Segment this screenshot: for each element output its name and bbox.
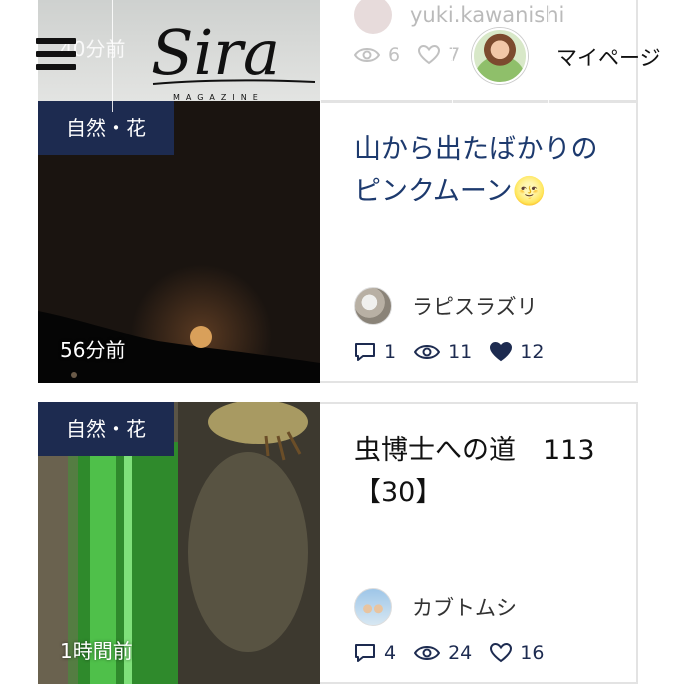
article-thumbnail[interactable]: 自然・花 1時間前 xyxy=(38,402,320,684)
logo-subtitle: MAGAZINE xyxy=(173,93,264,102)
category-badge[interactable]: 自然・花 xyxy=(38,402,174,456)
eye-icon xyxy=(414,345,441,359)
comment-icon xyxy=(355,343,375,361)
article-stats: 1 11 12 xyxy=(354,341,562,363)
author-row[interactable]: カブトムシ xyxy=(354,588,517,626)
comments-count: 1 xyxy=(384,341,397,363)
author-name[interactable]: ラピスラズリ xyxy=(412,291,538,321)
divider xyxy=(548,0,549,112)
user-avatar[interactable] xyxy=(472,28,528,84)
heart-icon xyxy=(490,643,513,663)
article-age: 56分前 xyxy=(60,338,126,362)
comment-icon xyxy=(355,644,375,662)
menu-icon[interactable] xyxy=(36,38,76,72)
likes-count: 16 xyxy=(520,642,545,664)
site-header: Sira MAGAZINE マイページ xyxy=(0,0,675,112)
views-count: 11 xyxy=(448,341,473,363)
divider xyxy=(112,0,113,112)
article-card[interactable]: 自然・花 56分前 山から出たばかりのピンクムーン🌝 ラピスラズリ 1 11 1… xyxy=(38,101,638,383)
article-stats: 4 24 16 xyxy=(354,642,562,664)
comments-count: 4 xyxy=(384,642,397,664)
views-stat: 24 xyxy=(414,642,472,664)
author-name[interactable]: カブトムシ xyxy=(412,592,517,622)
author-row[interactable]: ラピスラズリ xyxy=(354,287,538,325)
article-age: 1時間前 xyxy=(60,639,133,663)
likes-stat[interactable]: 12 xyxy=(490,341,544,363)
likes-stat[interactable]: 16 xyxy=(490,642,544,664)
comments-stat[interactable]: 4 xyxy=(354,642,396,664)
article-title[interactable]: 山から出たばかりのピンクムーン🌝 xyxy=(354,129,624,213)
divider xyxy=(452,0,453,112)
author-avatar[interactable] xyxy=(354,287,392,325)
views-stat: 11 xyxy=(414,341,472,363)
author-avatar[interactable] xyxy=(354,588,392,626)
views-count: 24 xyxy=(448,642,473,664)
likes-count: 12 xyxy=(520,341,545,363)
site-logo[interactable]: Sira MAGAZINE xyxy=(145,8,321,104)
logo-text: Sira xyxy=(151,16,280,89)
article-title[interactable]: 虫博士への道 113【30】 xyxy=(354,430,624,514)
comments-stat[interactable]: 1 xyxy=(354,341,396,363)
eye-icon xyxy=(414,646,441,660)
article-card[interactable]: 自然・花 1時間前 虫博士への道 113【30】 カブトムシ 4 24 16 xyxy=(38,402,638,684)
heart-filled-icon xyxy=(490,342,513,362)
mypage-link[interactable]: マイページ xyxy=(556,42,661,72)
article-thumbnail[interactable]: 自然・花 56分前 xyxy=(38,101,320,383)
